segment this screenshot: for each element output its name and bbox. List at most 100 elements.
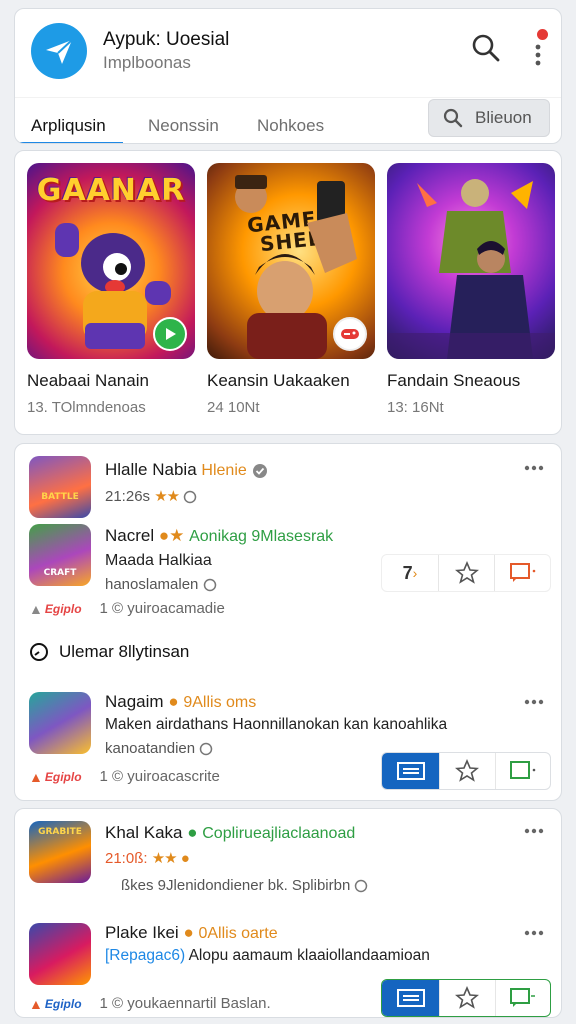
app-list-1: BATTLE Hlalle Nabia Hlenie 21:26s ★★ CRA…: [14, 443, 562, 801]
more-options-icon[interactable]: [523, 698, 545, 706]
more-options-icon[interactable]: [523, 929, 545, 937]
app-title: Plake Ikei ● 0Allis oarte: [105, 923, 278, 943]
comment-icon[interactable]: [494, 555, 550, 591]
action-group: [381, 752, 551, 790]
section-title: Ulemar 8llytinsan: [59, 642, 190, 661]
app-name: Nacrel: [105, 526, 155, 545]
tab-applications[interactable]: Arpliqusin: [31, 116, 106, 136]
app-title: Hlalle Nabia Hlenie: [105, 460, 268, 480]
app-header: Aypuk: Uoesial Implboonas Arpliqusin Neo…: [14, 8, 562, 144]
app-description: [Repagac6) Alopu aamaum klaaiollandaamio…: [105, 947, 430, 965]
more-options-icon[interactable]: [523, 464, 545, 472]
app-name: Nagaim: [105, 692, 164, 711]
app-name: Hlalle Nabia: [105, 460, 197, 479]
meta-count: 1 © youkaennartil Baslan.: [99, 995, 271, 1012]
app-description-text: Alopu aamaum klaaiollandaamioan: [188, 947, 430, 964]
action-group: 7 ›: [381, 554, 551, 592]
app-subline-text: hanoslamalen: [105, 576, 199, 593]
app-rating-line: 21:26s ★★: [105, 487, 197, 505]
search-icon[interactable]: [471, 33, 501, 63]
featured-apps: GAANAR Neabaai Nanain 13. TOlmndenoas GA…: [14, 150, 562, 435]
app-subline: kanoatandien: [105, 740, 213, 757]
search-icon: [443, 108, 463, 128]
badge-icon: ●: [183, 923, 194, 942]
thumbnail-text: CRAFT: [43, 568, 77, 578]
badge-icon: ●: [180, 850, 190, 867]
featured-app-artwork: GAANAR: [27, 163, 195, 359]
app-name: Plake Ikei: [105, 923, 179, 942]
info-icon: [355, 879, 368, 893]
meta-count: 1 © yuiroacascrite: [99, 768, 220, 785]
paper-plane-icon[interactable]: [31, 23, 87, 79]
app-title: Aypuk: Uoesial: [103, 29, 230, 50]
app-list-2: GRABITE Khal Kaka ● Coplirueajliaclaanoa…: [14, 808, 562, 1018]
character-illustration: [387, 179, 555, 359]
more-options-icon[interactable]: [523, 827, 545, 835]
badge-icon: ●★: [158, 526, 185, 545]
action-group: [381, 979, 551, 1017]
featured-app-artwork: GAMER SHEB: [207, 163, 375, 359]
star-icon[interactable]: [439, 980, 494, 1016]
tab-search-button[interactable]: Blieuon: [428, 99, 550, 137]
tab-second[interactable]: Neonssin: [148, 116, 219, 136]
app-thumbnail: BATTLE: [29, 456, 91, 518]
action-count: 7: [402, 562, 413, 583]
app-tag: 0Allis oarte: [198, 925, 278, 942]
tab-third[interactable]: Nohkoes: [257, 116, 324, 136]
app-tag: Aonikag 9Mlasesrak: [189, 528, 334, 545]
featured-app-artwork: [387, 163, 555, 359]
featured-app-downloads: 13: 16Nt: [387, 399, 444, 416]
app-subline-text: ßkes 9Jlenidondiener bk. Splibirbn: [121, 877, 351, 894]
verified-icon: [252, 463, 267, 478]
badge-icon: ●: [168, 692, 179, 711]
thumbnail-text: GRABITE: [38, 827, 82, 837]
featured-app-name: Fandain Sneaous: [387, 371, 521, 390]
game-controller-icon[interactable]: [333, 317, 367, 351]
item-meta: ▲ Egiplo 1 © yuiroacascrite: [29, 768, 220, 785]
featured-app-downloads: 24 10Nt: [207, 399, 260, 416]
app-subline-text: kanoatandien: [105, 740, 196, 757]
more-vertical-icon[interactable]: [527, 33, 549, 67]
play-icon[interactable]: [153, 317, 187, 351]
star-icon[interactable]: [439, 753, 494, 789]
search-button-label: Blieuon: [475, 108, 532, 127]
app-subline: ßkes 9Jlenidondiener bk. Splibirbn: [121, 877, 368, 894]
info-icon: [200, 742, 213, 756]
app-date: 21:26s: [105, 488, 151, 505]
thumbs-up-icon: ▲: [29, 768, 43, 785]
featured-app-name: Neabaai Nanain: [27, 371, 149, 390]
app-title: Nacrel ●★ Aonikag 9Mlasesrak: [105, 526, 333, 546]
meta-count: 1 © yuiroacamadie: [99, 600, 225, 617]
count-action[interactable]: 7 ›: [382, 555, 438, 591]
featured-app-name: Keansin Uakaaken: [207, 371, 350, 390]
app-rating-line: 21:0ß: ★★ ●: [105, 849, 190, 867]
featured-app-1[interactable]: GAANAR Neabaai Nanain 13. TOlmndenoas: [27, 163, 195, 416]
comment-icon[interactable]: [494, 753, 550, 789]
info-icon: [203, 578, 216, 592]
app-description: Maada Halkiaa: [105, 552, 212, 569]
item-meta: ▲ Egiplo 1 © youkaennartil Baslan.: [29, 995, 271, 1012]
comment-icon[interactable]: [494, 980, 550, 1016]
featured-app-2[interactable]: GAMER SHEB Keansin Uakaaken 24 10Nt: [207, 163, 375, 416]
thumbs-up-icon: ▲: [29, 600, 43, 617]
app-tag: Coplirueajliaclaanoad: [202, 825, 356, 842]
app-title: Khal Kaka ● Coplirueajliaclaanoad: [105, 823, 355, 843]
arrow-right-icon: ›: [412, 565, 418, 581]
active-tab-indicator: [15, 142, 123, 143]
info-icon: [184, 490, 197, 504]
section-header: Ulemar 8llytinsan: [29, 642, 189, 662]
badge-icon: ●: [187, 823, 198, 842]
thumbnail-text: BATTLE: [41, 492, 79, 502]
thumbs-up-icon: ▲: [29, 995, 43, 1012]
app-highlight: [Repagac6): [105, 947, 186, 964]
rating-stars: ★★: [154, 488, 180, 505]
featured-app-3[interactable]: Fandain Sneaous 13: 16Nt: [387, 163, 555, 416]
app-subtitle: Implboonas: [103, 53, 191, 72]
star-icon[interactable]: [438, 555, 494, 591]
app-date: 21:0ß:: [105, 850, 148, 867]
item-meta: ▲ Egiplo 1 © yuiroacamadie: [29, 600, 225, 617]
app-thumbnail: [29, 923, 91, 985]
clock-icon: [30, 643, 48, 661]
list-view-icon[interactable]: [382, 753, 440, 789]
list-view-icon[interactable]: [382, 980, 440, 1016]
